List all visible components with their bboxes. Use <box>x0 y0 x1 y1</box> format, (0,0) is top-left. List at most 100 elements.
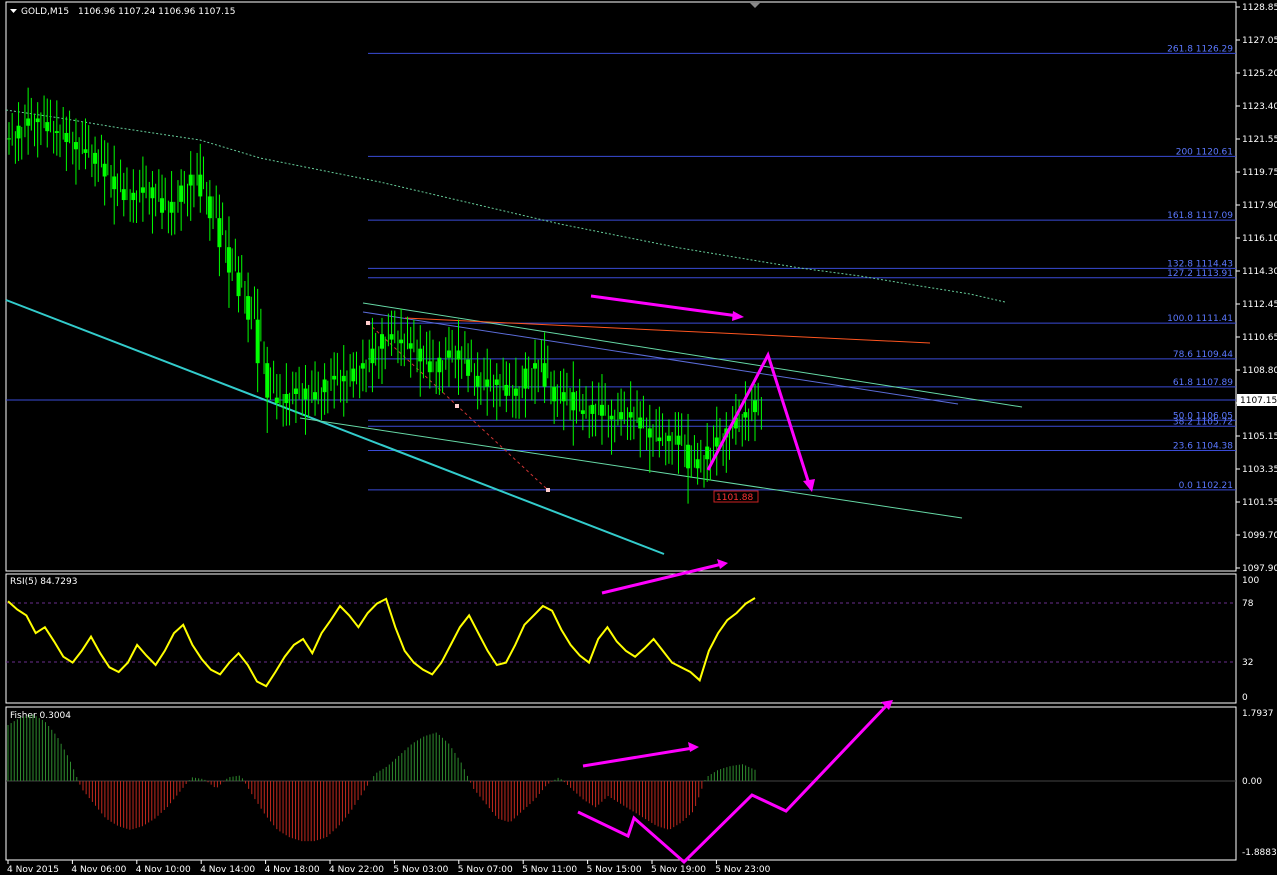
candle-body <box>599 404 604 416</box>
candle-body <box>293 388 298 394</box>
candle-body <box>188 174 193 186</box>
candle-body <box>150 187 155 199</box>
candle-body <box>121 189 126 201</box>
candle-body <box>647 428 652 438</box>
time-label: 4 Nov 2015 <box>7 865 59 875</box>
price-tick: 1110.65 <box>1242 333 1277 343</box>
time-label: 4 Nov 06:00 <box>71 865 126 875</box>
candle-body <box>380 334 384 349</box>
candle-body <box>571 392 576 411</box>
candle-body <box>179 185 184 202</box>
candle-body <box>418 348 423 362</box>
candle-body <box>695 459 700 469</box>
rsi-scale-0: 0 <box>1242 693 1248 703</box>
price-tick: 1121.55 <box>1242 135 1277 145</box>
candle-body <box>64 132 69 143</box>
price-tick: 1127.05 <box>1242 36 1277 46</box>
candle-body <box>456 350 461 360</box>
candle-body <box>26 118 31 126</box>
candle-body <box>169 201 174 213</box>
candle-body <box>523 368 528 389</box>
candle-body <box>437 357 442 373</box>
price-tick: 1101.55 <box>1242 498 1277 508</box>
candle-body <box>313 392 318 400</box>
candle-body <box>542 363 547 387</box>
fib-level-label: 100.0 1111.41 <box>1167 314 1233 324</box>
price-axis: 1128.85 1127.05 1125.20 1123.40 1121.55 … <box>1236 3 1277 574</box>
anchor-point-low[interactable] <box>546 488 550 492</box>
candle-body <box>580 410 585 414</box>
time-label: 4 Nov 10:00 <box>136 865 191 875</box>
rsi-label: RSI(5) 84.7293 <box>10 577 77 587</box>
candle-body <box>485 379 490 387</box>
fisher-label: Fisher 0.3004 <box>10 711 71 721</box>
time-label: 5 Nov 07:00 <box>458 865 513 875</box>
time-label: 4 Nov 18:00 <box>265 865 320 875</box>
anchor-point-high[interactable] <box>366 321 370 325</box>
fib-level-label: 161.8 1117.09 <box>1167 211 1233 221</box>
candle-body <box>475 375 480 387</box>
candle-body <box>360 363 365 369</box>
candle-body <box>112 176 117 190</box>
price-tick: 1119.75 <box>1242 168 1277 178</box>
fib-level-label: 23.6 1104.38 <box>1173 442 1233 452</box>
candle-body <box>609 415 614 420</box>
fib-level-label: 200 1120.61 <box>1176 147 1233 157</box>
candle-body <box>676 435 681 445</box>
candle-body <box>217 218 222 248</box>
price-tick: 1108.80 <box>1242 366 1277 376</box>
price-tick: 1116.10 <box>1242 234 1277 244</box>
price-tick: 1128.85 <box>1242 3 1277 13</box>
candle-body <box>102 163 107 177</box>
candle-body <box>16 125 21 139</box>
time-label: 5 Nov 15:00 <box>587 865 642 875</box>
candle-body <box>207 196 212 219</box>
low-marker-label: 1101.88 <box>716 493 753 503</box>
rsi-scale-78: 78 <box>1242 599 1254 609</box>
candle-body <box>255 319 260 364</box>
candle-body <box>494 379 499 385</box>
price-tick: 1117.90 <box>1242 201 1277 211</box>
candle-body <box>590 404 595 414</box>
candle-body <box>265 363 270 398</box>
price-tick: 1105.15 <box>1242 432 1277 442</box>
candle-body <box>35 118 40 123</box>
fib-level-label: 261.8 1126.29 <box>1167 44 1233 54</box>
main-pane-frame[interactable] <box>5 1 1237 572</box>
candle-body <box>657 437 662 442</box>
ohlc-values: 1106.96 1107.24 1106.96 1107.15 <box>78 7 235 17</box>
candle-body <box>73 142 78 150</box>
candle-body <box>628 412 633 418</box>
time-label: 5 Nov 11:00 <box>522 865 577 875</box>
candle-body <box>619 412 624 420</box>
candle-body <box>236 272 241 297</box>
fisher-scale-max: 1.7937 <box>1242 709 1274 719</box>
gold-chart-svg: GOLD,M15 1106.96 1107.24 1106.96 1107.15… <box>5 1 1277 875</box>
candle-body <box>666 435 671 442</box>
fib-level-label: 38.2 1105.72 <box>1173 417 1233 427</box>
candle-body <box>466 359 471 376</box>
candle-body <box>274 397 279 404</box>
candle-body <box>341 375 346 382</box>
candle-body <box>140 187 145 193</box>
candle-body <box>686 444 691 469</box>
candle-body <box>54 131 59 133</box>
candle-body <box>408 343 413 349</box>
time-label: 5 Nov 19:00 <box>651 865 706 875</box>
candle-body <box>7 138 11 140</box>
candle-body <box>303 388 308 400</box>
fib-level-label: 61.8 1107.89 <box>1173 378 1233 388</box>
fib-level-label: 127.2 1113.91 <box>1167 269 1233 279</box>
anchor-point-mid[interactable] <box>455 404 459 408</box>
price-tick: 1099.70 <box>1242 531 1277 541</box>
candle-body <box>246 296 251 320</box>
candle-body <box>638 417 643 429</box>
price-tick: 1103.35 <box>1242 465 1277 475</box>
price-tick: 1123.40 <box>1242 102 1277 112</box>
candle-body <box>83 149 88 153</box>
candle-body <box>533 363 538 369</box>
time-label: 4 Nov 14:00 <box>200 865 255 875</box>
price-tick: 1112.45 <box>1242 300 1277 310</box>
time-label: 5 Nov 03:00 <box>393 865 448 875</box>
fib-level-label: 0.0 1102.21 <box>1179 481 1233 491</box>
